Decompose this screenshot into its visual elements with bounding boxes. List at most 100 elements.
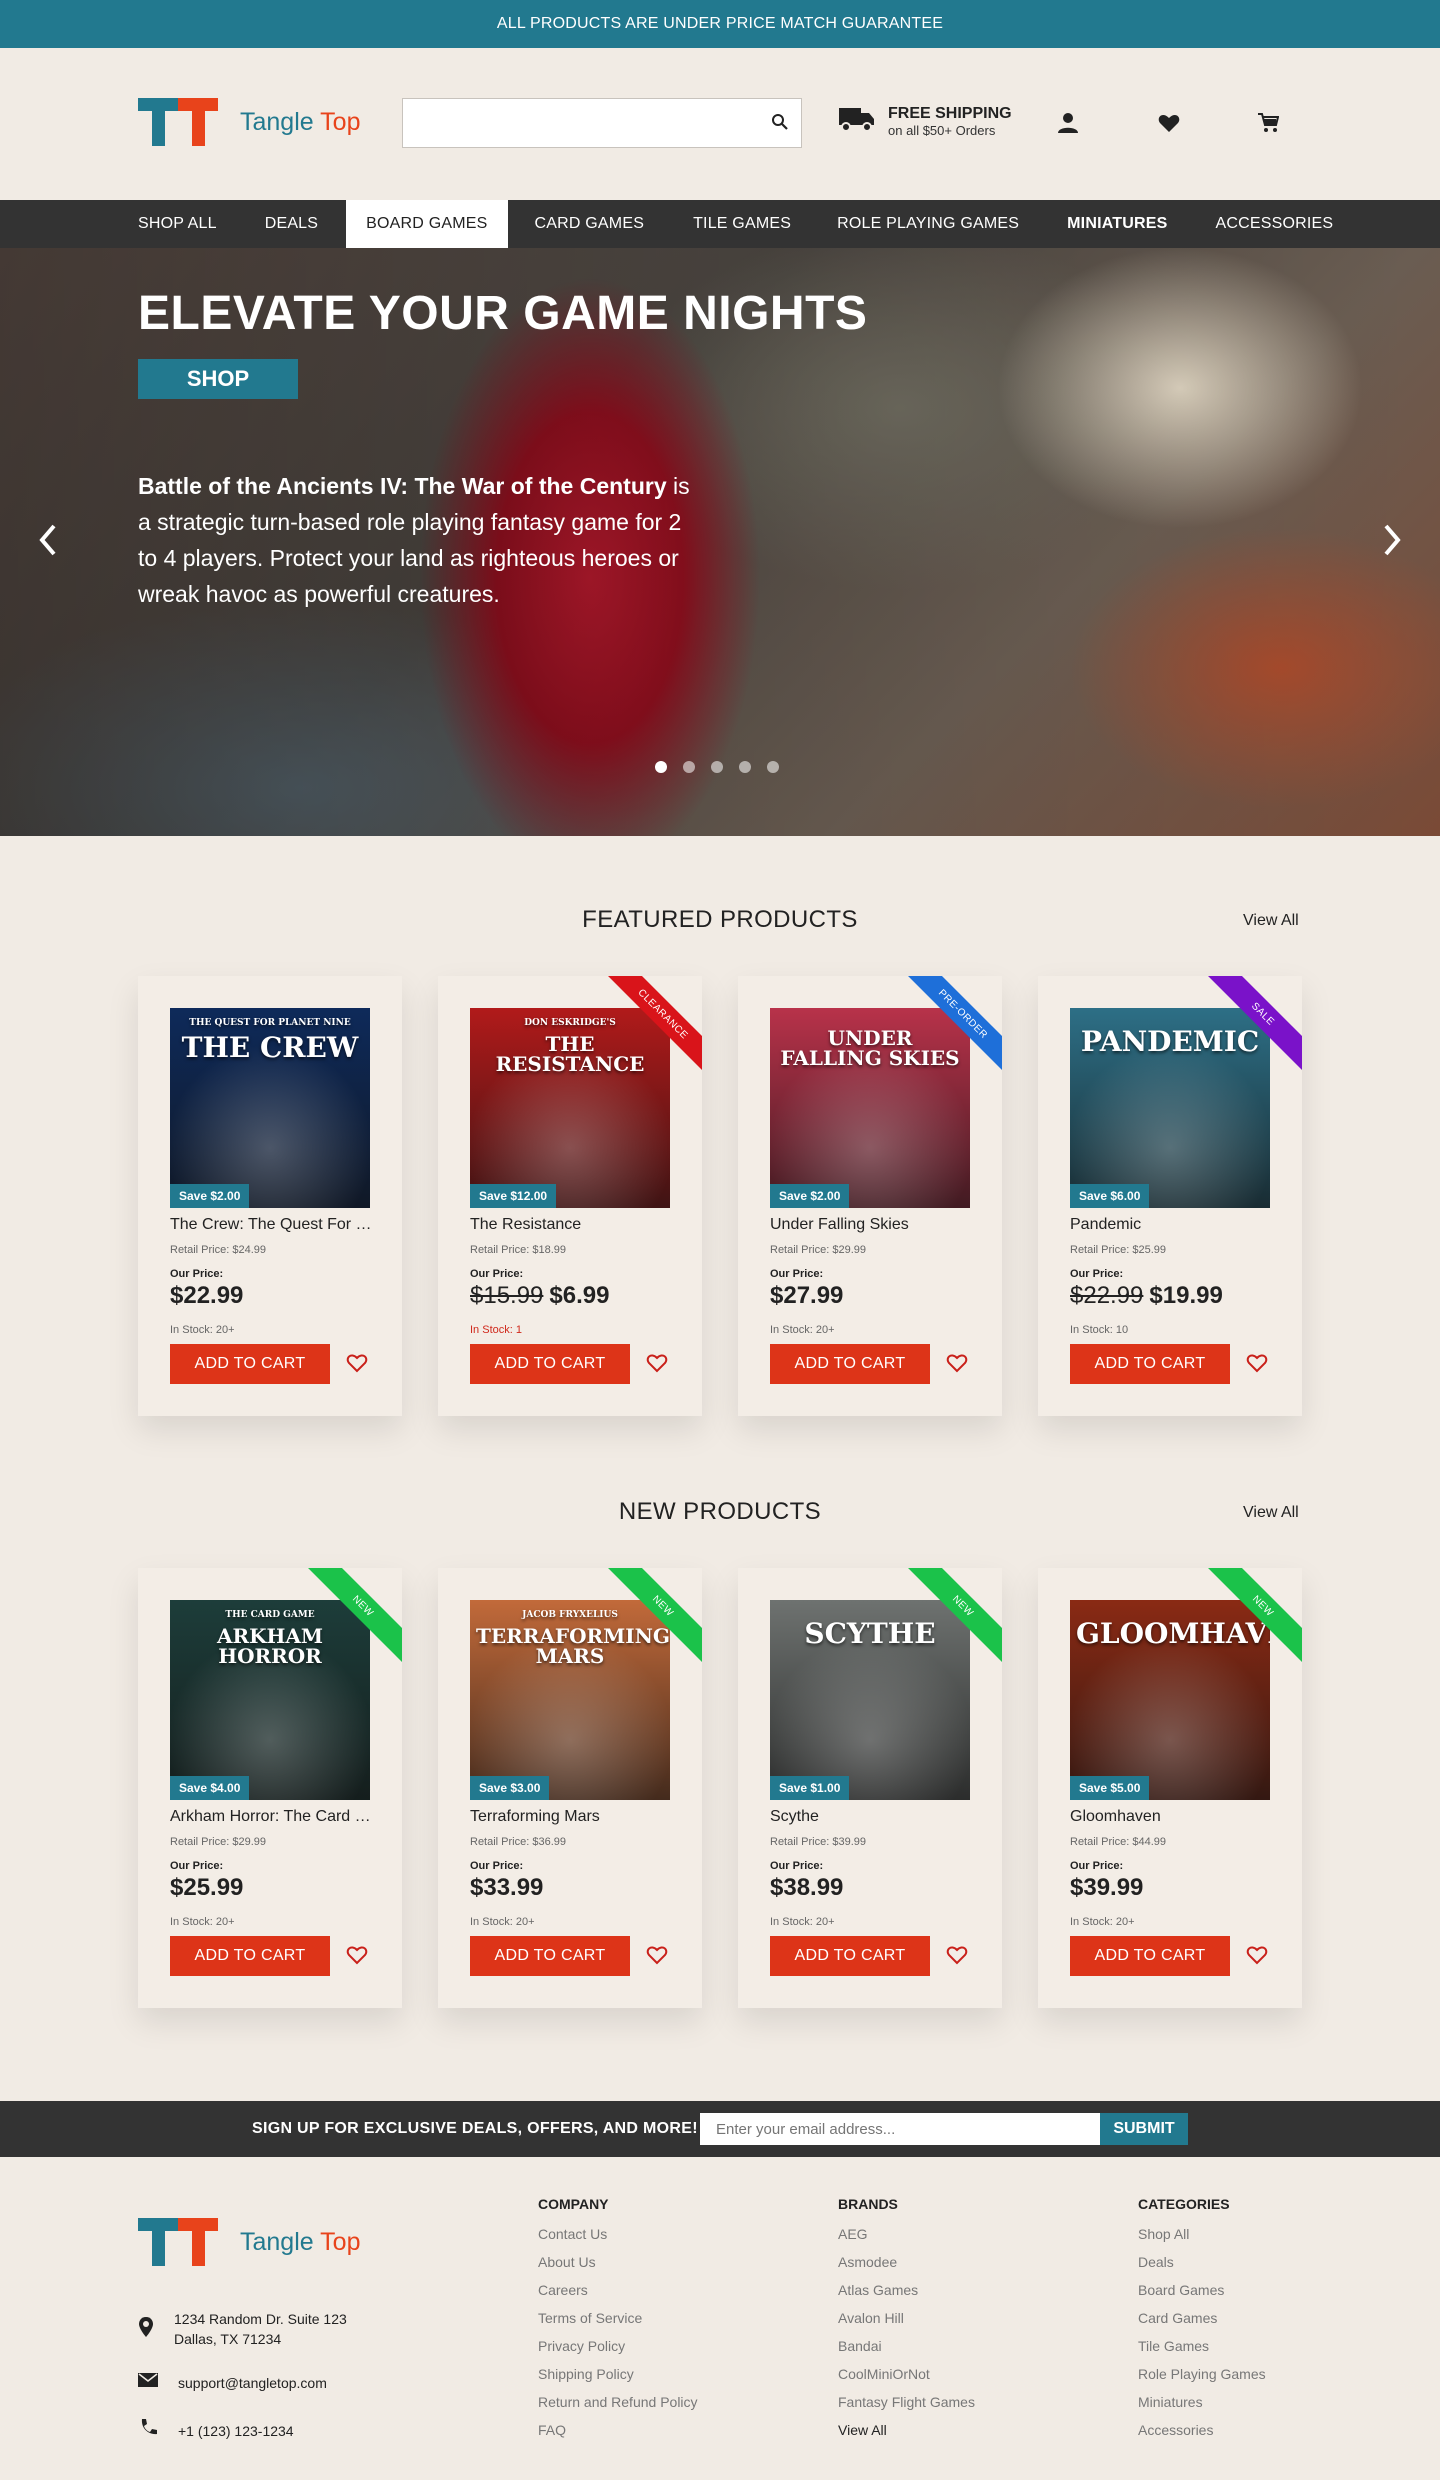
product-card[interactable]: DON ESKRIDGE'S THE RESISTANCE Save $12.00 C… <box>438 976 702 1416</box>
product-name[interactable]: The Resistance <box>470 1216 675 1234</box>
brand-logo[interactable]: Tangle Top <box>138 98 360 146</box>
wishlist-heart-icon[interactable] <box>1246 1945 1268 1970</box>
nav-miniatures[interactable]: MINIATURES <box>1043 200 1191 248</box>
product-card[interactable]: GLOOMHAVENSave $5.00NEWGloomhavenRetail … <box>1038 1568 1302 2008</box>
footer-link[interactable]: Atlas Games <box>838 2276 975 2304</box>
carousel-dot[interactable] <box>739 761 751 773</box>
phone-text[interactable]: +1 (123) 123-1234 <box>178 2421 294 2441</box>
footer-link[interactable]: Bandai <box>838 2332 975 2360</box>
carousel-dot[interactable] <box>655 761 667 773</box>
footer-link[interactable]: Shop All <box>1138 2220 1266 2248</box>
hero-shop-button[interactable]: SHOP <box>138 359 298 399</box>
product-name[interactable]: Under Falling Skies <box>770 1216 975 1234</box>
product-card[interactable]: SCYTHE Save $1.00 NEW Scythe Retail Price: $… <box>738 1568 1002 2008</box>
nav-shop-all[interactable]: SHOP ALL <box>118 200 237 248</box>
wishlist-heart-icon[interactable] <box>646 1353 668 1378</box>
product-image[interactable]: THE CARD GAME ARKHAM HORROR Save $4.00 <box>170 1600 370 1800</box>
footer-link[interactable]: Tile Games <box>1138 2332 1266 2360</box>
wishlist-heart-icon[interactable] <box>346 1353 368 1378</box>
footer-link[interactable]: Careers <box>538 2276 698 2304</box>
nav-board-games[interactable]: BOARD GAMES <box>346 200 508 248</box>
retail-price: Retail Price: $39.99 <box>770 1836 866 1848</box>
wishlist-heart-icon[interactable] <box>1158 113 1180 138</box>
product-image[interactable]: PANDEMIC Save $6.00 <box>1070 1008 1270 1208</box>
footer-link[interactable]: About Us <box>538 2248 698 2276</box>
product-price: $22.99 $19.99 <box>1070 1282 1223 1310</box>
wishlist-heart-icon[interactable] <box>946 1353 968 1378</box>
footer-link[interactable]: Miniatures <box>1138 2388 1266 2416</box>
wishlist-heart-icon[interactable] <box>946 1945 968 1970</box>
footer-link[interactable]: Privacy Policy <box>538 2332 698 2360</box>
footer-link[interactable]: Avalon Hill <box>838 2304 975 2332</box>
footer-link[interactable]: Accessories <box>1138 2416 1266 2444</box>
footer-link[interactable]: Role Playing Games <box>1138 2360 1266 2388</box>
footer-link[interactable]: Card Games <box>1138 2304 1266 2332</box>
product-image[interactable]: GLOOMHAVEN Save $5.00 <box>1070 1600 1270 1800</box>
product-card[interactable]: THE QUEST FOR PLANET NINE THE CREW Save $2… <box>138 976 402 1416</box>
add-to-cart-button[interactable]: ADD TO CART <box>470 1936 630 1976</box>
newsletter-email-input[interactable] <box>700 2113 1100 2145</box>
footer-link[interactable]: Contact Us <box>538 2220 698 2248</box>
search-box[interactable] <box>402 98 802 148</box>
add-to-cart-button[interactable]: ADD TO CART <box>1070 1936 1230 1976</box>
footer-email[interactable]: support@tangletop.com <box>138 2372 327 2393</box>
footer-link[interactable]: Asmodee <box>838 2248 975 2276</box>
add-to-cart-button[interactable]: ADD TO CART <box>770 1344 930 1384</box>
search-icon[interactable] <box>771 113 789 136</box>
carousel-dot[interactable] <box>767 761 779 773</box>
nav-deals[interactable]: DEALS <box>237 200 346 248</box>
nav-role-playing-games[interactable]: ROLE PLAYING GAMES <box>813 200 1043 248</box>
add-to-cart-button[interactable]: ADD TO CART <box>170 1344 330 1384</box>
add-to-cart-button[interactable]: ADD TO CART <box>770 1936 930 1976</box>
product-name[interactable]: Pandemic <box>1070 1216 1275 1234</box>
carousel-dot[interactable] <box>711 761 723 773</box>
wishlist-heart-icon[interactable] <box>1246 1353 1268 1378</box>
add-to-cart-button[interactable]: ADD TO CART <box>170 1936 330 1976</box>
product-card[interactable]: THE CARD GAME ARKHAM HORROR Save $4.00 NEW A… <box>138 1568 402 2008</box>
nav-tile-games[interactable]: TILE GAMES <box>671 200 813 248</box>
product-name[interactable]: Scythe <box>770 1808 975 1826</box>
next-slide-icon[interactable] <box>1380 520 1404 570</box>
footer-link[interactable]: FAQ <box>538 2416 698 2444</box>
account-icon[interactable] <box>1057 112 1079 139</box>
footer-link[interactable]: Shipping Policy <box>538 2360 698 2388</box>
product-name[interactable]: Terraforming Mars <box>470 1808 675 1826</box>
footer-link[interactable]: AEG <box>838 2220 975 2248</box>
footer-link[interactable]: Deals <box>1138 2248 1266 2276</box>
footer-link[interactable]: View All <box>838 2416 975 2444</box>
wishlist-heart-icon[interactable] <box>646 1945 668 1970</box>
product-name[interactable]: The Crew: The Quest For Planet Nine <box>170 1216 375 1234</box>
product-image[interactable]: UNDER FALLING SKIES Save $2.00 <box>770 1008 970 1208</box>
search-input[interactable] <box>403 99 753 145</box>
add-to-cart-button[interactable]: ADD TO CART <box>470 1344 630 1384</box>
footer-address: 1234 Random Dr. Suite 123 Dallas, TX 712… <box>138 2309 347 2349</box>
product-image[interactable]: DON ESKRIDGE'S THE RESISTANCE Save $12.00 <box>470 1008 670 1208</box>
wishlist-heart-icon[interactable] <box>346 1945 368 1970</box>
product-card[interactable]: JACOB FRYXELIUS TERRAFORMING MARS Save $3.… <box>438 1568 702 2008</box>
footer-link[interactable]: Terms of Service <box>538 2304 698 2332</box>
footer-link[interactable]: Board Games <box>1138 2276 1266 2304</box>
new-view-all[interactable]: View All <box>1243 1504 1299 1522</box>
product-name[interactable]: Gloomhaven <box>1070 1808 1275 1826</box>
product-card[interactable]: UNDER FALLING SKIES Save $2.00 PRE-ORDER Un… <box>738 976 1002 1416</box>
product-card[interactable]: PANDEMIC Save $6.00 SALE Pandemic Retail Pri… <box>1038 976 1302 1416</box>
product-image[interactable]: THE QUEST FOR PLANET NINE THE CREW Save $2… <box>170 1008 370 1208</box>
footer-link[interactable]: Fantasy Flight Games <box>838 2388 975 2416</box>
product-name[interactable]: Arkham Horror: The Card Game <box>170 1808 375 1826</box>
prev-slide-icon[interactable] <box>36 520 60 570</box>
carousel-dot[interactable] <box>683 761 695 773</box>
footer-link[interactable]: CoolMiniOrNot <box>838 2360 975 2388</box>
nav-accessories[interactable]: ACCESSORIES <box>1192 200 1358 248</box>
newsletter-submit-button[interactable]: SUBMIT <box>1100 2113 1188 2145</box>
email-text[interactable]: support@tangletop.com <box>178 2373 327 2393</box>
footer-logo[interactable]: Tangle Top <box>138 2218 360 2266</box>
featured-view-all[interactable]: View All <box>1243 912 1299 930</box>
product-image[interactable]: SCYTHE Save $1.00 <box>770 1600 970 1800</box>
cart-icon[interactable] <box>1257 112 1280 139</box>
nav-card-games[interactable]: CARD GAMES <box>508 200 672 248</box>
footer-link[interactable]: Return and Refund Policy <box>538 2388 698 2416</box>
add-to-cart-button[interactable]: ADD TO CART <box>1070 1344 1230 1384</box>
main-nav: SHOP ALL DEALS BOARD GAMES CARD GAMES TI… <box>0 200 1440 248</box>
product-image[interactable]: JACOB FRYXELIUS TERRAFORMING MARS Save $3.… <box>470 1600 670 1800</box>
footer-phone[interactable]: +1 (123) 123-1234 <box>138 2418 294 2443</box>
